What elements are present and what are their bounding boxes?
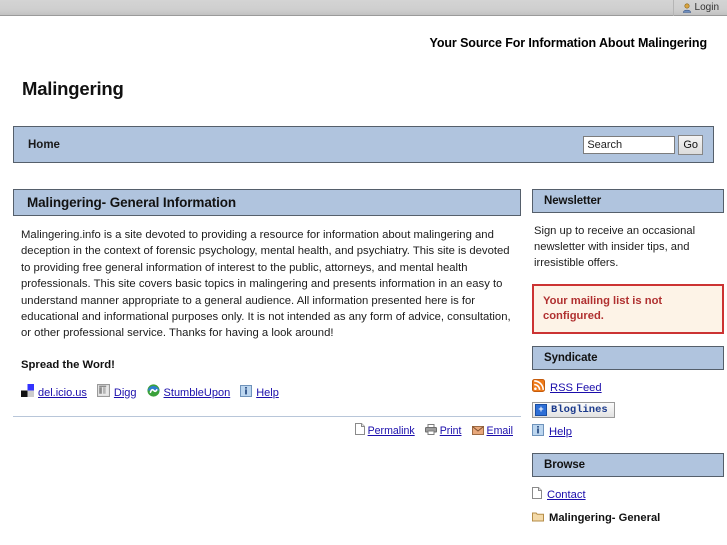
- newsletter-heading: Newsletter: [544, 195, 602, 207]
- user-icon: [682, 2, 692, 13]
- login-label: Login: [694, 2, 719, 13]
- meta-link-label[interactable]: Print: [440, 425, 462, 437]
- site-title-container: Malingering: [0, 52, 727, 100]
- printer-icon: [424, 422, 437, 440]
- page-icon: [532, 486, 542, 504]
- share-link-label[interactable]: Help: [256, 387, 279, 399]
- spread-the-word-title: Spread the Word!: [21, 358, 115, 371]
- meta-item-email[interactable]: Email: [471, 422, 514, 440]
- meta-link-label[interactable]: Email: [487, 425, 514, 437]
- newsletter-text: Sign up to receive an occasional newslet…: [534, 225, 696, 270]
- search-go-button[interactable]: Go: [678, 134, 703, 155]
- share-item-help[interactable]: Help: [240, 384, 279, 402]
- meta-item-print[interactable]: Print: [424, 422, 462, 440]
- meta-item-permalink[interactable]: Permalink: [354, 422, 415, 440]
- browse-item-contact[interactable]: Contact: [532, 486, 724, 504]
- syndicate-help-row[interactable]: Help: [532, 423, 724, 441]
- plus-icon: +: [535, 403, 547, 416]
- browse-heading: Browse: [544, 458, 585, 471]
- share-link-label[interactable]: del.icio.us: [38, 387, 87, 399]
- browse-header: Browse: [532, 452, 724, 477]
- browse-item-label[interactable]: Contact: [547, 489, 586, 501]
- mailing-list-alert: Your mailing list is not configured.: [532, 283, 724, 334]
- meta-link-label[interactable]: Permalink: [368, 425, 415, 437]
- article-header: Malingering- General Information: [13, 189, 521, 216]
- syndicate-links: RSS Feed + Bloglines Help: [532, 370, 724, 441]
- tagline-container: Your Source For Information About Maling…: [0, 16, 727, 52]
- meta-links-row: Permalink Print Email: [13, 417, 521, 440]
- site-tagline: Your Source For Information About Maling…: [429, 36, 708, 50]
- syndicate-bloglines-row[interactable]: + Bloglines: [532, 401, 724, 418]
- syndicate-help-link[interactable]: Help: [549, 426, 572, 438]
- syndicate-heading: Syndicate: [544, 351, 598, 364]
- info-icon: [240, 384, 253, 402]
- share-item-digg[interactable]: Digg: [96, 383, 137, 402]
- top-login-bar: Login: [0, 0, 727, 16]
- bloglines-button[interactable]: + Bloglines: [532, 401, 615, 418]
- bloglines-label: Bloglines: [551, 403, 608, 416]
- main-column: Malingering- General Information Malinge…: [13, 189, 521, 539]
- newsletter-header: Newsletter: [532, 189, 724, 213]
- stumbleupon-icon: [146, 384, 160, 402]
- page-icon: [354, 422, 365, 440]
- login-link[interactable]: Login: [672, 0, 719, 16]
- article-paragraph: Malingering.info is a site devoted to pr…: [21, 229, 511, 340]
- share-item-stumbleupon[interactable]: StumbleUpon: [146, 384, 231, 402]
- sidebar-block-syndicate: Syndicate RSS Feed + Bloglines Help: [532, 345, 724, 441]
- delicious-icon: [21, 383, 34, 402]
- share-item-delicious[interactable]: del.icio.us: [21, 383, 87, 402]
- nav-item-home[interactable]: Home: [28, 139, 60, 151]
- sidebar: Newsletter Sign up to receive an occasio…: [532, 189, 724, 539]
- rss-icon: [532, 378, 545, 397]
- browse-item-malingering-general[interactable]: Malingering- General: [532, 509, 724, 527]
- share-link-label[interactable]: StumbleUpon: [164, 387, 231, 399]
- folder-icon: [532, 509, 544, 527]
- syndicate-header: Syndicate: [532, 345, 724, 370]
- sidebar-block-newsletter: Newsletter Sign up to receive an occasio…: [532, 189, 724, 334]
- search-input[interactable]: [583, 135, 676, 154]
- page-content: Malingering- General Information Malinge…: [13, 189, 724, 539]
- syndicate-rss-row[interactable]: RSS Feed: [532, 378, 724, 397]
- article-heading: Malingering- General Information: [27, 195, 237, 210]
- browse-links: Contact Malingering- General: [532, 477, 724, 527]
- page-title: Malingering: [22, 78, 124, 99]
- envelope-icon: [471, 422, 484, 440]
- article-body: Malingering.info is a site devoted to pr…: [13, 216, 518, 342]
- search-group: Go: [583, 134, 703, 155]
- rss-feed-link[interactable]: RSS Feed: [550, 382, 602, 394]
- share-link-label[interactable]: Digg: [114, 387, 137, 399]
- digg-icon: [96, 383, 110, 402]
- browse-item-label: Malingering- General: [549, 511, 661, 524]
- main-navigation-bar: Home Go: [13, 126, 714, 163]
- share-links-row: del.icio.us Digg StumbleUpon Help: [13, 383, 521, 402]
- info-icon: [532, 423, 544, 441]
- sidebar-block-browse: Browse Contact Malingering- General: [532, 452, 724, 527]
